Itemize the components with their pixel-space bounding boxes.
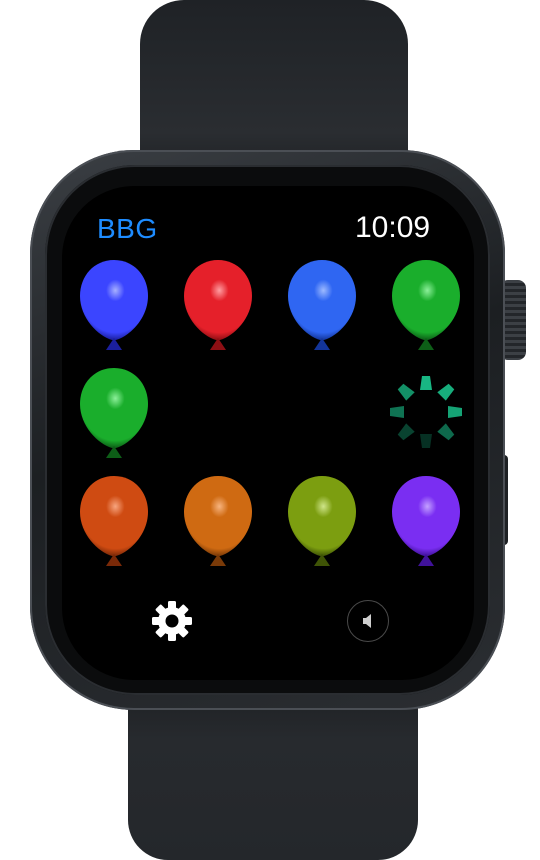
balloon-orange-red[interactable] bbox=[78, 474, 150, 570]
balloon-purple[interactable] bbox=[390, 474, 462, 570]
balloon-orange[interactable] bbox=[182, 474, 254, 570]
speaker-muted-icon bbox=[363, 614, 371, 628]
app-title: BBG bbox=[97, 213, 158, 244]
balloon-blue[interactable] bbox=[78, 258, 150, 354]
balloon-blue-2[interactable] bbox=[286, 258, 358, 354]
balloon-green[interactable] bbox=[390, 258, 462, 354]
clock-time: 10:09 bbox=[355, 211, 431, 244]
balloon-olive[interactable] bbox=[286, 474, 358, 570]
watch-device: BBG 10:09 bbox=[0, 0, 540, 860]
balloon-green-2[interactable] bbox=[78, 366, 150, 462]
sound-toggle-button[interactable] bbox=[347, 600, 389, 642]
loading-spinner-icon bbox=[386, 366, 466, 460]
settings-button[interactable] bbox=[150, 599, 194, 643]
balloon-red[interactable] bbox=[182, 258, 254, 354]
gear-icon bbox=[152, 601, 192, 641]
